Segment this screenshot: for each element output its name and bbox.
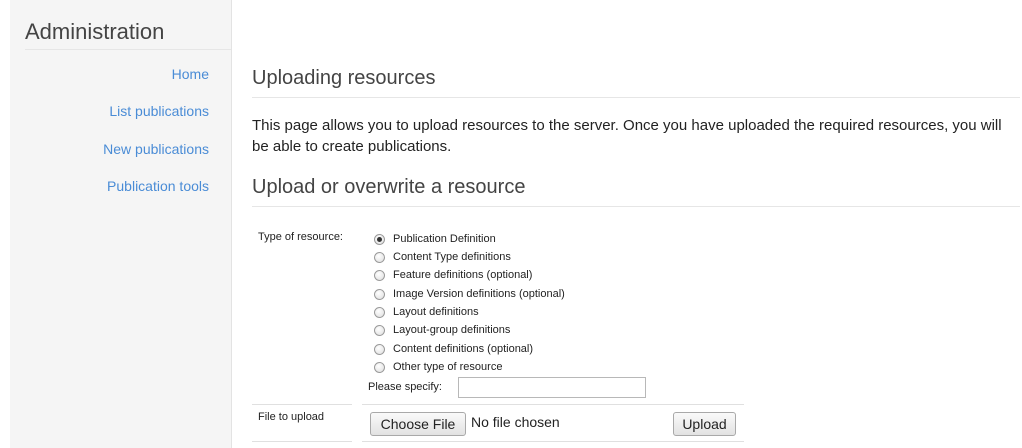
radio-label: Layout definitions <box>393 306 479 318</box>
file-to-upload-label: File to upload <box>258 411 325 423</box>
radio-label: Content definitions (optional) <box>393 343 534 355</box>
choose-file-button[interactable]: Choose File <box>370 412 466 436</box>
radio-image-version-definitions[interactable]: Image Version definitions (optional) <box>374 285 565 303</box>
no-file-chosen-text: No file chosen <box>471 414 560 430</box>
radio-label: Image Version definitions (optional) <box>393 288 565 300</box>
main-content: Uploading resources This page allows you… <box>252 0 1022 448</box>
form-heading: Upload or overwrite a resource <box>252 176 1020 207</box>
radio-other-type-of-resource[interactable]: Other type of resource <box>374 358 502 376</box>
type-of-resource-label: Type of resource: <box>258 231 343 243</box>
sidebar-item-home[interactable]: Home <box>172 66 209 82</box>
radio-checked-icon[interactable] <box>374 233 385 245</box>
radio-label: Content Type definitions <box>393 251 511 263</box>
radio-icon[interactable] <box>374 343 385 355</box>
radio-publication-definition[interactable]: Publication Definition <box>374 230 496 248</box>
row-divider <box>362 441 744 442</box>
please-specify-input[interactable] <box>458 377 646 398</box>
page-title: Uploading resources <box>252 67 1020 98</box>
row-divider <box>252 441 352 442</box>
radio-icon[interactable] <box>374 251 385 263</box>
radio-feature-definitions[interactable]: Feature definitions (optional) <box>374 266 532 284</box>
sidebar-divider <box>25 49 231 50</box>
sidebar-item-new-publications[interactable]: New publications <box>103 141 209 157</box>
please-specify-label: Please specify: <box>368 381 442 393</box>
radio-label: Publication Definition <box>393 233 496 245</box>
radio-content-type-definitions[interactable]: Content Type definitions <box>374 248 511 266</box>
upload-button[interactable]: Upload <box>673 412 736 436</box>
sidebar-item-list-publications[interactable]: List publications <box>109 103 209 119</box>
radio-icon[interactable] <box>374 288 385 300</box>
radio-label: Other type of resource <box>393 361 503 373</box>
row-divider <box>252 404 352 405</box>
sidebar-title: Administration <box>25 19 165 44</box>
sidebar: Administration Home List publications Ne… <box>10 0 232 448</box>
radio-icon[interactable] <box>374 306 385 318</box>
intro-text: This page allows you to upload resources… <box>252 117 1002 155</box>
radio-icon[interactable] <box>374 269 385 281</box>
radio-label: Layout-group definitions <box>393 324 511 336</box>
row-divider <box>362 404 744 405</box>
radio-label: Feature definitions (optional) <box>393 269 533 281</box>
radio-icon[interactable] <box>374 324 385 336</box>
radio-layout-definitions[interactable]: Layout definitions <box>374 303 479 321</box>
radio-layout-group-definitions[interactable]: Layout-group definitions <box>374 321 510 339</box>
radio-content-definitions[interactable]: Content definitions (optional) <box>374 340 533 358</box>
sidebar-item-publication-tools[interactable]: Publication tools <box>107 178 209 194</box>
radio-icon[interactable] <box>374 361 385 373</box>
